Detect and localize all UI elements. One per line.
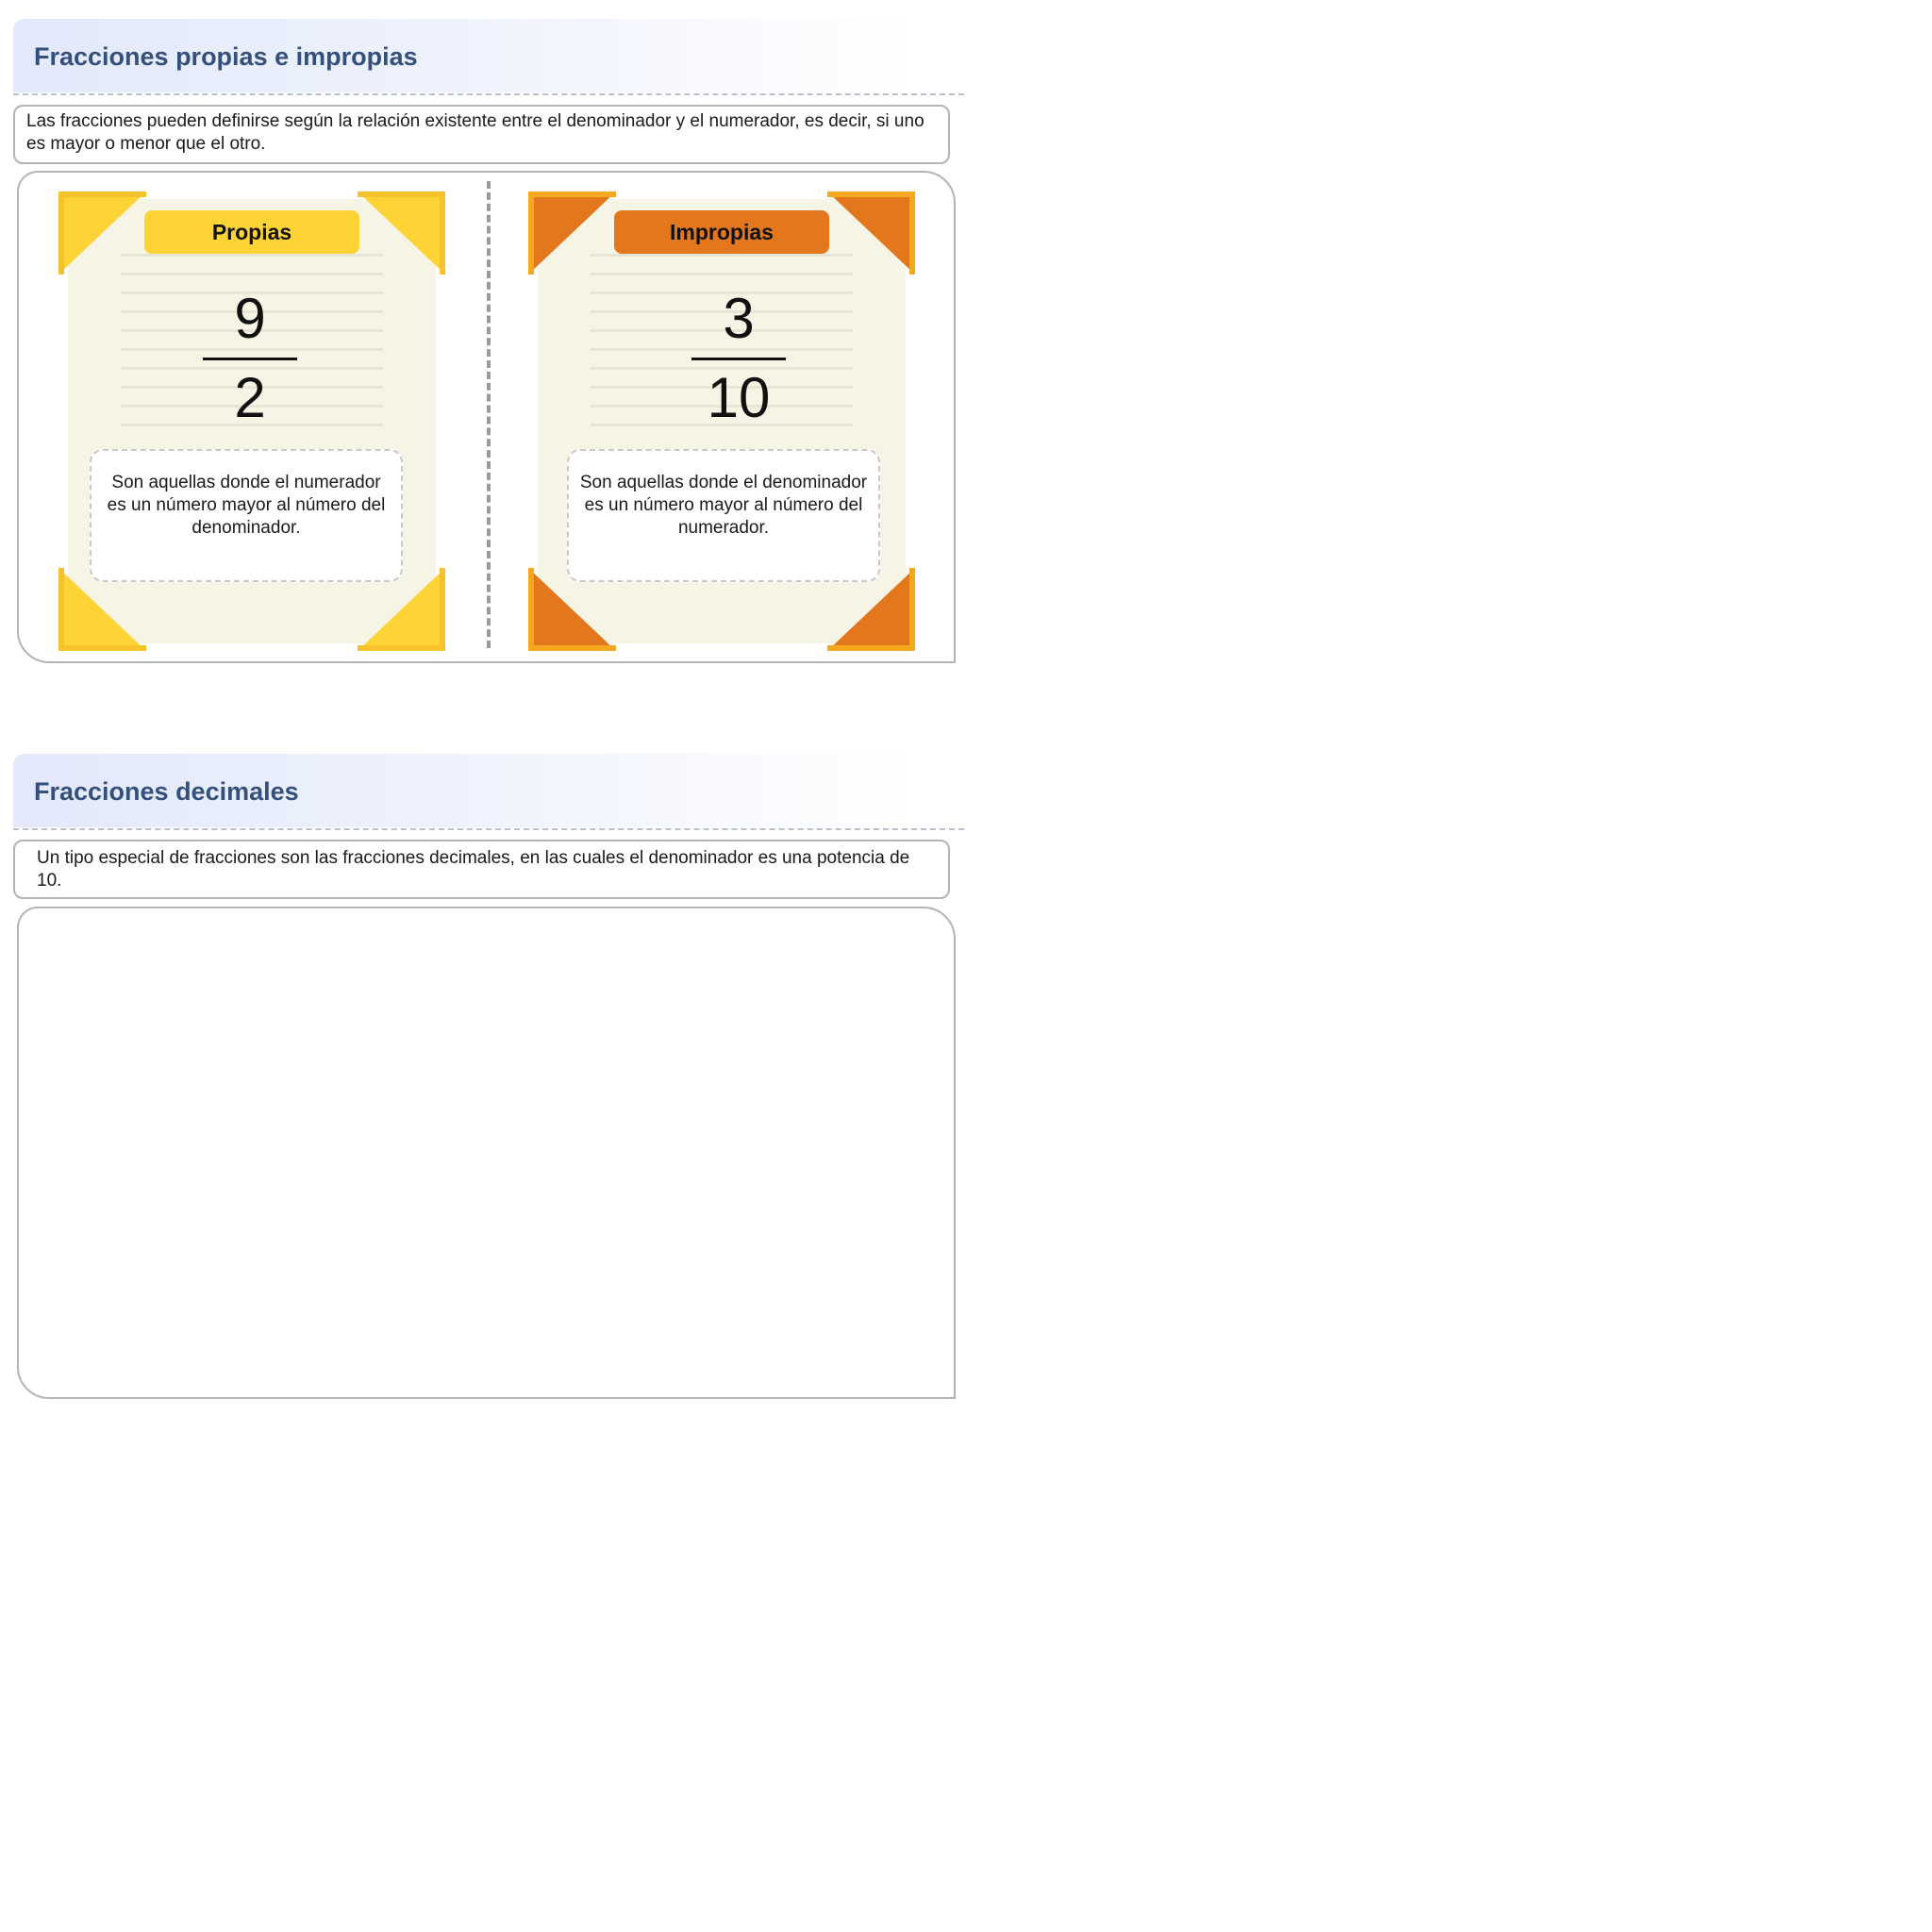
fraction-numerator: 3 (723, 287, 755, 350)
section-header-decimales: Fracciones decimales (13, 754, 964, 827)
fraction-bar (203, 358, 297, 360)
fraction-9-2: 9 2 (193, 281, 307, 429)
fraction-bar (691, 358, 786, 360)
definition-text: Son aquellas donde el denominador es un … (579, 473, 868, 538)
section-title: Fracciones propias e impropias (34, 42, 418, 71)
section-divider (13, 828, 964, 830)
definition-text: Son aquellas donde el numerador es un nú… (107, 473, 386, 538)
fraction-numerator: 9 (234, 287, 266, 350)
section-divider (13, 93, 964, 95)
description-text: Las fracciones pueden definirse según la… (26, 111, 924, 154)
card-propias: Propias 9 2 Son aquellas donde el numera… (58, 192, 445, 651)
description-text: Un tipo especial de fracciones son las f… (37, 848, 910, 891)
card-impropias: Impropias 3 10 Son aquellas donde el den… (528, 192, 915, 651)
corner-decoration (58, 192, 146, 275)
fraction-3-10: 3 10 (682, 281, 795, 429)
corner-decoration (827, 192, 915, 275)
section-header-propias-impropias: Fracciones propias e impropias (13, 19, 964, 92)
fraction-denominator: 2 (234, 366, 266, 429)
card-label-impropias: Impropias (614, 210, 829, 254)
description-box: Un tipo especial de fracciones son las f… (13, 840, 950, 899)
vertical-divider (487, 181, 491, 648)
corner-decoration (358, 192, 445, 275)
content-panel-empty (17, 907, 956, 1399)
corner-decoration (528, 192, 616, 275)
description-box: Las fracciones pueden definirse según la… (13, 105, 950, 164)
fraction-denominator: 10 (707, 366, 771, 429)
definition-box: Son aquellas donde el numerador es un nú… (90, 449, 403, 582)
section-title: Fracciones decimales (34, 777, 299, 806)
card-label-propias: Propias (144, 210, 359, 254)
definition-box: Son aquellas donde el denominador es un … (567, 449, 880, 582)
